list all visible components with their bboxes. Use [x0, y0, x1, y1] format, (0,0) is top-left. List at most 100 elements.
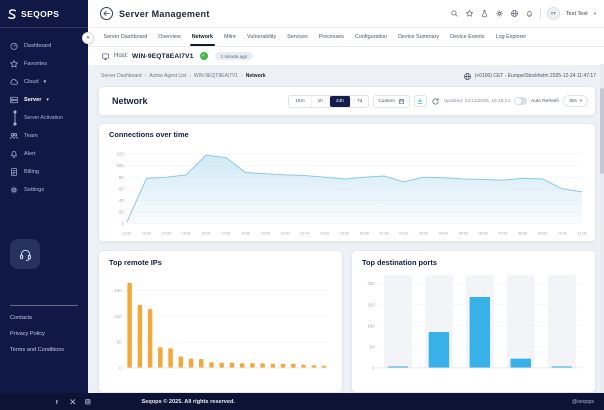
- tab-overview[interactable]: Overview: [153, 28, 186, 46]
- svg-text:100: 100: [115, 314, 123, 319]
- svg-text:40: 40: [119, 198, 124, 203]
- svg-text:08:00: 08:00: [518, 231, 527, 235]
- auto-refresh-label: Auto Refresh: [531, 98, 559, 104]
- tab-processes[interactable]: Processes: [313, 28, 349, 46]
- tab-services[interactable]: Services: [282, 28, 314, 46]
- svg-text:f: f: [56, 400, 58, 406]
- breadcrumb-separator: ›: [189, 73, 191, 79]
- svg-text:02:00: 02:00: [399, 231, 408, 235]
- sidebar-item-alert[interactable]: Alert: [9, 145, 88, 163]
- labs-icon[interactable]: [480, 9, 489, 18]
- svg-text:12:00: 12:00: [122, 231, 131, 235]
- tab-network[interactable]: Network: [186, 28, 218, 46]
- sidebar-link-terms-and-conditions[interactable]: Terms and Conditions: [10, 347, 88, 353]
- svg-text:21:00: 21:00: [300, 231, 309, 235]
- tab-device-events[interactable]: Device Events: [445, 28, 490, 46]
- sidebar-item-server-activation[interactable]: Server Activation: [9, 109, 88, 127]
- svg-text:150: 150: [115, 288, 123, 293]
- host-row: Host: WIN-9EQT8EAI7V1 ✓ 1 minute ago: [88, 47, 604, 66]
- download-icon: [416, 97, 424, 105]
- tab-server-dashboard[interactable]: Server Dashboard: [98, 28, 153, 46]
- sidebar-item-billing[interactable]: Billing: [9, 163, 88, 181]
- remote-ips-card: Top remote IPs 0 50 100 150: [98, 250, 343, 393]
- server-icon: [9, 95, 19, 105]
- panel-title: Network: [112, 96, 148, 106]
- svg-text:01:00: 01:00: [380, 231, 389, 235]
- host-label: Host:: [114, 53, 129, 59]
- svg-text:04:00: 04:00: [439, 231, 448, 235]
- notifications-icon[interactable]: [525, 9, 534, 18]
- billing-icon: [9, 167, 19, 177]
- calendar-icon: [398, 98, 405, 105]
- tab-log-explorer[interactable]: Log Explorer: [490, 28, 532, 46]
- auto-refresh-toggle[interactable]: [514, 97, 527, 105]
- range-15m-button[interactable]: 15m: [289, 95, 312, 107]
- user-name[interactable]: Test Test: [566, 11, 588, 17]
- header-divider: [539, 8, 541, 19]
- interval-select[interactable]: 30s ▾: [563, 95, 588, 107]
- sidebar-link-privacy-policy[interactable]: Privacy Policy: [10, 331, 88, 337]
- footer-handle: @seqops: [572, 398, 594, 405]
- sidebar-item-settings[interactable]: Settings: [9, 181, 88, 199]
- sidebar-item-label: Cloud: [24, 79, 39, 85]
- svg-text:50: 50: [117, 340, 122, 345]
- svg-text:17:00: 17:00: [221, 231, 230, 235]
- bottom-charts-row: Top remote IPs 0 50 100 150 Top destination…: [98, 250, 596, 393]
- range-1h-button[interactable]: 1h: [311, 95, 330, 107]
- settings-icon[interactable]: [495, 9, 504, 18]
- main-area: Server Management TT Test Test ▾ Server …: [88, 0, 604, 393]
- sidebar-item-server[interactable]: Server ▾: [9, 91, 88, 109]
- custom-range-button[interactable]: Custom: [373, 94, 410, 108]
- avatar[interactable]: TT: [546, 7, 560, 20]
- footer: f Seqops © 2025. All rights reserved. @s…: [0, 393, 604, 410]
- star-icon[interactable]: [465, 9, 474, 18]
- sidebar-item-dashboard[interactable]: Dashboard: [9, 37, 88, 55]
- team-icon: [9, 131, 19, 141]
- last-seen-badge: 1 minute ago: [214, 52, 254, 60]
- support-button[interactable]: [10, 239, 40, 269]
- language-icon[interactable]: [510, 9, 519, 18]
- chevron-down-icon: ▾: [579, 98, 582, 103]
- svg-text:23:00: 23:00: [340, 231, 349, 235]
- tab-vulnerability[interactable]: Vulnerability: [241, 28, 281, 46]
- breadcrumb-item[interactable]: Active Agent List: [149, 73, 186, 79]
- sidebar-link-contacts[interactable]: Contacts: [10, 315, 88, 321]
- svg-text:200: 200: [368, 281, 376, 286]
- sidebar-item-team[interactable]: Team: [9, 127, 88, 145]
- tab-configuration[interactable]: Configuration: [350, 28, 393, 46]
- breadcrumb-row: Server Dashboard › Active Agent List › WIN-9…: [98, 66, 596, 86]
- sidebar-item-label: Dashboard: [24, 43, 52, 49]
- sidebar-item-cloud[interactable]: Cloud ▾: [9, 73, 88, 91]
- refresh-icon: [431, 97, 440, 106]
- breadcrumb-item[interactable]: WIN-9EQT8EAI7V1: [194, 73, 238, 79]
- back-button[interactable]: [100, 7, 113, 20]
- status-check-icon: ✓: [199, 52, 208, 60]
- tab-mitre[interactable]: Mitre: [219, 28, 242, 46]
- sidebar-item-label: Favorites: [24, 61, 48, 67]
- refresh-button[interactable]: [431, 97, 440, 106]
- range-24h-button[interactable]: 24h: [329, 95, 351, 107]
- remote-ips-bar-chart: 0 50 100 150: [115, 282, 330, 371]
- download-button[interactable]: [413, 95, 427, 107]
- breadcrumb-item[interactable]: Server Dashboard: [101, 73, 142, 79]
- svg-text:00:00: 00:00: [360, 231, 369, 235]
- tab-bar: Server Dashboard Overview Network Mitre Vuln…: [88, 28, 604, 47]
- svg-text:60: 60: [119, 186, 124, 191]
- body-row: SEQOPS Dashboard Favorites Cloud ▾ Server ▾ Se…: [0, 0, 604, 393]
- sidebar-item-label: Team: [24, 133, 38, 139]
- scrollbar-thumb[interactable]: [600, 88, 604, 174]
- facebook-icon[interactable]: f: [53, 398, 61, 406]
- timezone-text: (+0100) CET - Europe/Stockholm 2025-12-2…: [474, 73, 596, 79]
- sidebar-item-label: Server: [24, 97, 42, 103]
- svg-text:100: 100: [117, 163, 125, 168]
- sidebar-item-favorites[interactable]: Favorites: [9, 55, 88, 73]
- search-icon[interactable]: [450, 9, 459, 18]
- range-7d-button[interactable]: 7d: [350, 95, 369, 107]
- scrollbar[interactable]: [600, 64, 604, 393]
- chevron-down-icon: ▾: [46, 97, 49, 103]
- sidebar-collapse-button[interactable]: «: [82, 32, 94, 44]
- x-icon[interactable]: [69, 398, 77, 406]
- breadcrumb: Server Dashboard › Active Agent List › WIN-9…: [98, 73, 265, 79]
- tab-device-summary[interactable]: Device Summary: [393, 28, 445, 46]
- instagram-icon[interactable]: [84, 398, 92, 406]
